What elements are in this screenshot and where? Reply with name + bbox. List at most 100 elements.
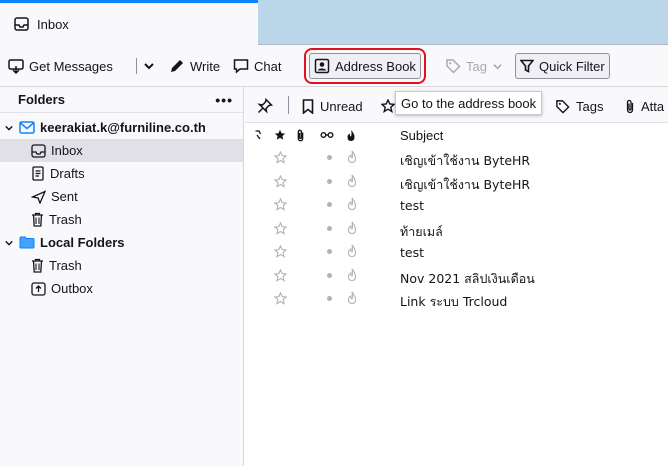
folder-item-local-trash[interactable]: Trash: [0, 254, 243, 277]
star-icon[interactable]: [274, 221, 287, 235]
read-dot-icon[interactable]: [327, 178, 332, 184]
folder-item-drafts[interactable]: Drafts: [0, 162, 243, 185]
junk-flame-icon[interactable]: [347, 291, 357, 305]
tag-label: Tag: [466, 58, 487, 74]
tab-inbox[interactable]: Inbox: [0, 0, 258, 45]
attachment-filter-button[interactable]: Atta: [625, 95, 664, 117]
quick-filter-label: Quick Filter: [539, 58, 605, 74]
junk-flame-icon[interactable]: [347, 268, 357, 282]
folder-label: Outbox: [51, 281, 93, 296]
get-messages-label: Get Messages: [29, 58, 113, 74]
write-button[interactable]: Write: [165, 53, 224, 79]
junk-flame-icon[interactable]: [347, 244, 357, 258]
junk-flame-icon[interactable]: [346, 129, 356, 142]
star-icon[interactable]: [274, 151, 287, 164]
read-status-icon[interactable]: [320, 131, 334, 139]
star-icon[interactable]: [274, 245, 287, 258]
message-subject: Nov 2021 สลิปเงินเดือน: [400, 270, 535, 286]
address-book-button[interactable]: Address Book: [304, 48, 426, 84]
filter-icon: [520, 59, 534, 73]
folder-label: Inbox: [51, 143, 83, 158]
chevron-down-icon[interactable]: [4, 239, 14, 247]
read-dot-icon[interactable]: [327, 225, 332, 231]
message-subject: test: [400, 245, 425, 260]
tag-button[interactable]: Tag: [441, 53, 507, 79]
starred-filter-button[interactable]: [381, 95, 395, 117]
mail-account-icon: [19, 121, 35, 134]
paperclip-icon[interactable]: [296, 129, 305, 142]
account-row[interactable]: keerakiat.k@furniline.co.th: [0, 116, 243, 139]
read-dot-icon[interactable]: [327, 296, 332, 301]
folder-pane-header: Folders •••: [0, 87, 243, 113]
local-folders-label: Local Folders: [40, 235, 125, 250]
read-dot-icon[interactable]: [327, 272, 332, 278]
chat-button[interactable]: Chat: [229, 53, 285, 79]
tab-label: Inbox: [37, 16, 69, 32]
get-messages-icon: [8, 58, 24, 74]
table-row[interactable]: test: [245, 241, 668, 265]
message-subject: test: [400, 198, 425, 213]
drafts-icon: [31, 166, 45, 181]
tag-icon: [555, 99, 570, 114]
thread-icon[interactable]: [254, 130, 262, 140]
table-row[interactable]: Nov 2021 สลิปเงินเดือน: [245, 265, 668, 289]
junk-flame-icon[interactable]: [347, 221, 357, 235]
unread-filter-button[interactable]: Unread: [302, 95, 363, 117]
get-messages-button[interactable]: Get Messages: [4, 53, 117, 79]
sticky-filter-button[interactable]: [257, 95, 273, 117]
chevron-down-icon: [492, 62, 503, 71]
table-row[interactable]: เชิญเข้าใช้งาน ByteHR: [245, 147, 668, 171]
folder-pane: Folders ••• keerakiat.k@furniline.co.th …: [0, 87, 244, 466]
message-subject: Link ระบบ Trcloud: [400, 294, 508, 309]
main-toolbar: Get Messages Write Chat Address Book Tag: [0, 45, 668, 87]
more-options-icon[interactable]: •••: [215, 92, 233, 108]
message-subject: ท้ายเมล์: [400, 223, 443, 239]
read-dot-icon[interactable]: [327, 155, 332, 160]
filter-separator: [288, 96, 289, 114]
message-list: เชิญเข้าใช้งาน ByteHR เชิญเข้าใช้งาน Byte…: [245, 147, 668, 312]
folder-item-inbox[interactable]: Inbox: [0, 139, 243, 162]
quick-filter-bar: Unread Tags Atta Go to the address book: [245, 87, 668, 123]
quick-filter-button[interactable]: Quick Filter: [515, 53, 610, 79]
tags-label: Tags: [576, 98, 604, 114]
junk-flame-icon[interactable]: [347, 174, 357, 188]
toolbar-separator: [136, 58, 137, 74]
folder-icon: [19, 236, 35, 249]
subject-column-header[interactable]: Subject: [400, 128, 443, 143]
tab-bar: Inbox: [0, 0, 668, 45]
folder-item-outbox[interactable]: Outbox: [0, 277, 243, 300]
folder-label: Sent: [51, 189, 78, 204]
star-column-icon[interactable]: [274, 129, 286, 141]
tags-filter-button[interactable]: Tags: [555, 95, 603, 117]
tag-icon: [445, 58, 461, 74]
pin-icon: [257, 98, 273, 114]
chevron-down-icon: [143, 61, 155, 71]
get-messages-dropdown[interactable]: [139, 53, 159, 79]
star-icon[interactable]: [274, 198, 287, 211]
message-subject: เชิญเข้าใช้งาน ByteHR: [400, 176, 531, 192]
table-row[interactable]: ท้ายเมล์: [245, 218, 668, 242]
junk-flame-icon[interactable]: [347, 150, 357, 164]
table-row[interactable]: เชิญเข้าใช้งาน ByteHR: [245, 171, 668, 195]
table-row[interactable]: test: [245, 194, 668, 218]
account-name: keerakiat.k@furniline.co.th: [40, 120, 206, 135]
star-icon[interactable]: [274, 268, 287, 282]
sent-icon: [31, 189, 46, 204]
chevron-down-icon[interactable]: [4, 124, 14, 132]
star-icon[interactable]: [274, 174, 287, 188]
inbox-icon: [14, 17, 29, 31]
address-book-tooltip: Go to the address book: [395, 91, 543, 115]
unread-label: Unread: [320, 98, 363, 114]
inbox-icon: [31, 143, 46, 158]
address-book-icon: [314, 58, 330, 74]
local-folders-row[interactable]: Local Folders: [0, 231, 243, 254]
junk-flame-icon[interactable]: [347, 197, 357, 211]
paperclip-icon: [625, 99, 635, 114]
chat-label: Chat: [254, 58, 282, 74]
read-dot-icon[interactable]: [327, 249, 332, 254]
table-row[interactable]: Link ระบบ Trcloud: [245, 288, 668, 312]
folder-item-trash[interactable]: Trash: [0, 208, 243, 231]
folder-item-sent[interactable]: Sent: [0, 185, 243, 208]
star-icon[interactable]: [274, 292, 287, 305]
read-dot-icon[interactable]: [327, 202, 332, 207]
